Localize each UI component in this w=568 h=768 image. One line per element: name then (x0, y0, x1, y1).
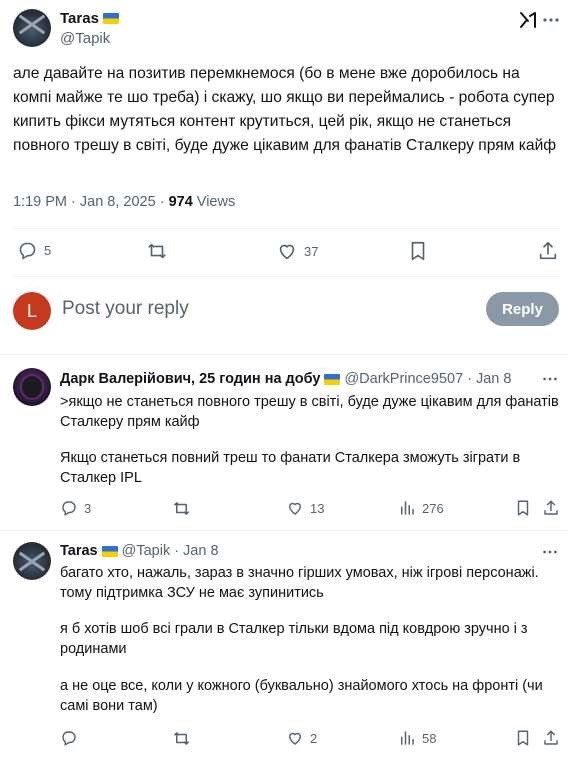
reply-icon (17, 240, 38, 261)
avatar[interactable] (13, 9, 51, 47)
share-icon (542, 729, 560, 747)
tweet-timestamp[interactable]: 1:19 PM · Jan 8, 2025 · (13, 194, 169, 210)
reply-icon (60, 729, 78, 747)
reply-input[interactable]: Post your reply (62, 298, 189, 320)
reply-text: я б хотів шоб всі грали в Сталкер тільки… (60, 621, 528, 657)
author-handle[interactable]: @Tapik (122, 543, 171, 559)
repost-action[interactable] (146, 240, 168, 262)
reply-actions: 2 58 (0, 729, 568, 749)
heart-icon (286, 729, 304, 747)
repost-icon (146, 240, 168, 262)
repost-icon (172, 729, 191, 748)
divider (0, 354, 568, 355)
bookmark-icon (407, 240, 429, 262)
reply-icon (60, 499, 78, 517)
like-count: 2 (310, 730, 318, 746)
reply-action[interactable]: 3 (60, 499, 91, 517)
repost-action[interactable] (172, 499, 191, 518)
divider (13, 228, 558, 229)
like-action[interactable]: 13 (286, 499, 324, 517)
reply-header: Taras @Tapik · Jan 8 (60, 543, 219, 559)
divider (13, 276, 558, 277)
heart-icon (276, 240, 298, 262)
avatar[interactable]: L (13, 292, 51, 330)
bookmark-action[interactable] (514, 729, 532, 747)
share-icon (542, 499, 560, 517)
reply-text: а не оце все, коли у кожного (буквально)… (60, 678, 543, 714)
views-count: 276 (422, 500, 444, 516)
ukraine-flag-icon (324, 373, 341, 385)
views-action[interactable]: 276 (398, 499, 444, 517)
views-chart-icon (398, 499, 416, 517)
like-count: 37 (304, 243, 319, 259)
reply-text: Якщо станеться повний треш то фанати Ста… (60, 450, 521, 486)
bookmark-icon (514, 729, 532, 747)
views-chart-icon (398, 729, 416, 747)
repost-icon (172, 499, 191, 518)
bookmark-icon (514, 499, 532, 517)
reply-actions: 3 13 276 (0, 499, 568, 519)
ukraine-flag-icon (102, 13, 119, 24)
author-name-row[interactable]: Taras (60, 10, 119, 27)
bookmark-action[interactable] (407, 240, 429, 262)
reply-count: 3 (84, 500, 92, 516)
reply-action[interactable]: 5 (17, 240, 51, 261)
views-action[interactable]: 58 (398, 729, 436, 747)
author-name[interactable]: Taras (60, 543, 98, 559)
reply-button[interactable]: Reply (486, 292, 559, 326)
more-icon[interactable] (541, 10, 561, 30)
author-name[interactable]: Дарк Валерійович, 25 годин на добу (60, 371, 320, 387)
like-count: 13 (310, 500, 325, 516)
share-action[interactable] (542, 729, 560, 747)
tweet-meta: 1:19 PM · Jan 8, 2025 · 974 Views (13, 194, 235, 210)
reply-text: багато хто, нажаль, зараз в значно гірши… (60, 565, 539, 601)
author-name[interactable]: Taras (60, 10, 99, 27)
reply-date[interactable]: · Jan 8 (467, 371, 511, 387)
avatar[interactable] (13, 368, 51, 406)
views-count: 974 (168, 194, 193, 210)
like-action[interactable]: 37 (276, 240, 318, 262)
reply-count: 5 (44, 243, 52, 258)
bookmark-action[interactable] (514, 499, 532, 517)
views-label: Views (192, 194, 236, 210)
repost-action[interactable] (172, 729, 191, 748)
reply-date[interactable]: · Jan 8 (174, 543, 218, 559)
author-handle[interactable]: @Tapik (60, 30, 110, 47)
share-icon (537, 240, 559, 262)
grok-icon[interactable] (518, 10, 538, 30)
heart-icon (286, 499, 304, 517)
author-handle[interactable]: @DarkPrince9507 (344, 371, 463, 387)
more-icon[interactable] (541, 370, 559, 388)
share-action[interactable] (537, 240, 559, 262)
reply-action[interactable] (60, 729, 78, 747)
tweet-text: але давайте на позитив перемкнемося (бо … (13, 65, 557, 154)
reply-text: >якщо не станеться повного трешу в світі… (60, 394, 559, 430)
views-count: 58 (422, 730, 437, 746)
divider (0, 530, 568, 531)
like-action[interactable]: 2 (286, 729, 317, 747)
tweet-actions: 5 37 (0, 240, 568, 264)
reply-header: Дарк Валерійович, 25 годин на добу @Dark… (60, 371, 511, 387)
more-icon[interactable] (541, 543, 559, 561)
avatar[interactable] (13, 542, 51, 580)
ukraine-flag-icon (101, 545, 118, 557)
share-action[interactable] (542, 499, 560, 517)
